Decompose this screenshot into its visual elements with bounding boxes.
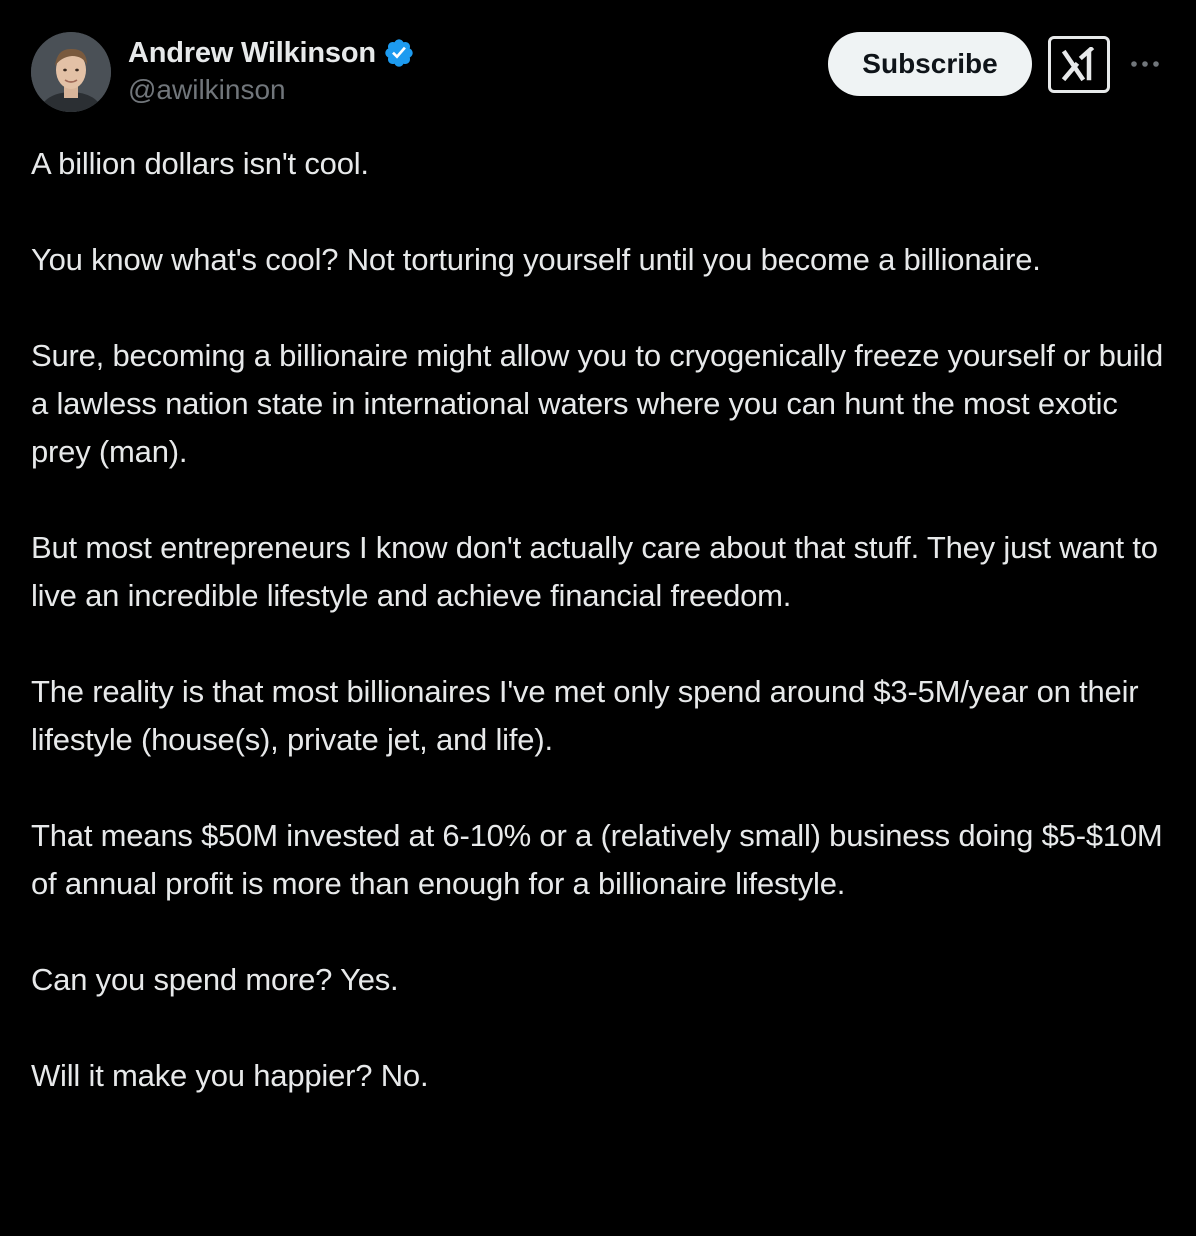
author-block: Andrew Wilkinson @awilkinson (128, 34, 415, 106)
verified-badge-icon[interactable] (383, 37, 415, 69)
grok-icon[interactable] (1048, 36, 1110, 93)
display-name[interactable]: Andrew Wilkinson (128, 37, 376, 70)
tweet-paragraph: Sure, becoming a billionaire might allow… (31, 338, 1164, 469)
tweet-paragraph: The reality is that most billionaires I'… (31, 674, 1139, 757)
tweet-paragraph: That means $50M invested at 6-10% or a (… (31, 818, 1163, 901)
tweet-paragraph: Can you spend more? Yes. (31, 962, 399, 997)
avatar[interactable] (31, 32, 111, 112)
subscribe-button[interactable]: Subscribe (828, 32, 1032, 96)
tweet-text: A billion dollars isn't cool. You know w… (31, 140, 1171, 1100)
tweet-header: Andrew Wilkinson @awilkinson Subscribe (0, 0, 1196, 130)
avatar-image (31, 32, 111, 112)
tweet-paragraph: A billion dollars isn't cool. (31, 146, 369, 181)
author-handle[interactable]: @awilkinson (128, 74, 415, 106)
more-horizontal-icon[interactable] (1128, 50, 1162, 78)
name-row: Andrew Wilkinson (128, 34, 415, 72)
tweet-paragraph: You know what's cool? Not torturing your… (31, 242, 1041, 277)
tweet-paragraph: Will it make you happier? No. (31, 1058, 429, 1093)
tweet-paragraph: But most entrepreneurs I know don't actu… (31, 530, 1158, 613)
